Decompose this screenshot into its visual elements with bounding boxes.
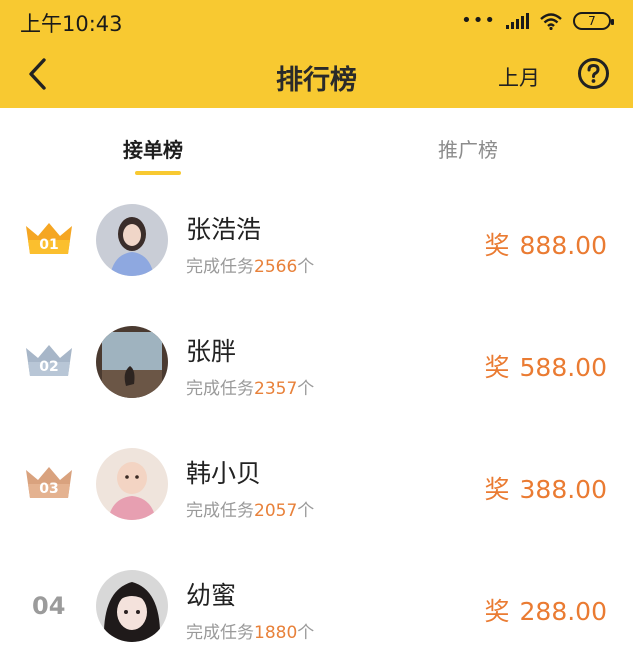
avatar [96, 448, 168, 520]
list-item[interactable]: 02 张胖 完成任务2357个 奖 588.00 [0, 302, 633, 424]
crown-silver-icon: 02 [26, 345, 72, 376]
user-name: 韩小贝 [186, 459, 262, 488]
status-bar: 上午10:43 ••• 7 [0, 0, 633, 40]
reward-amount: 奖 588.00 [484, 353, 608, 382]
task-summary: 完成任务2057个 [186, 501, 315, 521]
crown-gold-icon: 01 [26, 223, 72, 254]
list-item[interactable]: 03 韩小贝 完成任务2057个 奖 388.00 [0, 424, 633, 546]
status-time: 上午10:43 [20, 12, 123, 36]
nav-bar: 排行榜 上月 [0, 40, 633, 108]
list-item[interactable]: 01 张浩浩 完成任务2566个 奖 888.00 [0, 180, 633, 302]
crown-bronze-icon: 03 [26, 467, 72, 498]
avatar [96, 570, 168, 642]
reward-amount: 奖 888.00 [484, 231, 608, 260]
tab-promotion[interactable]: 推广榜 [438, 134, 498, 163]
active-tab-indicator [135, 171, 181, 175]
more-dots-icon: ••• [461, 10, 496, 31]
task-summary: 完成任务2566个 [186, 257, 315, 277]
rank-number: 03 [39, 481, 58, 497]
task-summary: 完成任务2357个 [186, 379, 315, 399]
tab-bar: 接单榜 推广榜 [0, 108, 633, 186]
tab-orders[interactable]: 接单榜 [123, 134, 183, 163]
user-name: 张浩浩 [186, 215, 262, 244]
task-count: 2566 [254, 257, 298, 277]
task-count: 2357 [254, 379, 298, 399]
wifi-icon [540, 12, 562, 30]
rank-number: 02 [39, 359, 58, 375]
status-icons: ••• 7 [461, 10, 614, 31]
avatar [96, 326, 168, 398]
task-summary: 完成任务1880个 [186, 623, 315, 643]
reward-amount: 奖 288.00 [484, 597, 608, 626]
battery-icon: 7 [573, 11, 614, 30]
task-count: 2057 [254, 501, 298, 521]
app-header: 上午10:43 ••• 7 排行榜 上月 [0, 0, 633, 108]
reward-amount: 奖 388.00 [484, 475, 608, 504]
avatar [96, 204, 168, 276]
rank-number: 01 [39, 237, 58, 253]
last-month-button[interactable]: 上月 [498, 62, 540, 92]
signal-icon [506, 12, 529, 29]
task-count: 1880 [254, 623, 298, 643]
user-name: 幼蜜 [186, 581, 237, 610]
help-icon[interactable] [577, 57, 610, 90]
user-name: 张胖 [186, 337, 237, 366]
list-item[interactable]: 04 幼蜜 完成任务1880个 奖 288.00 [0, 546, 633, 668]
rank-number: 04 [32, 592, 66, 620]
